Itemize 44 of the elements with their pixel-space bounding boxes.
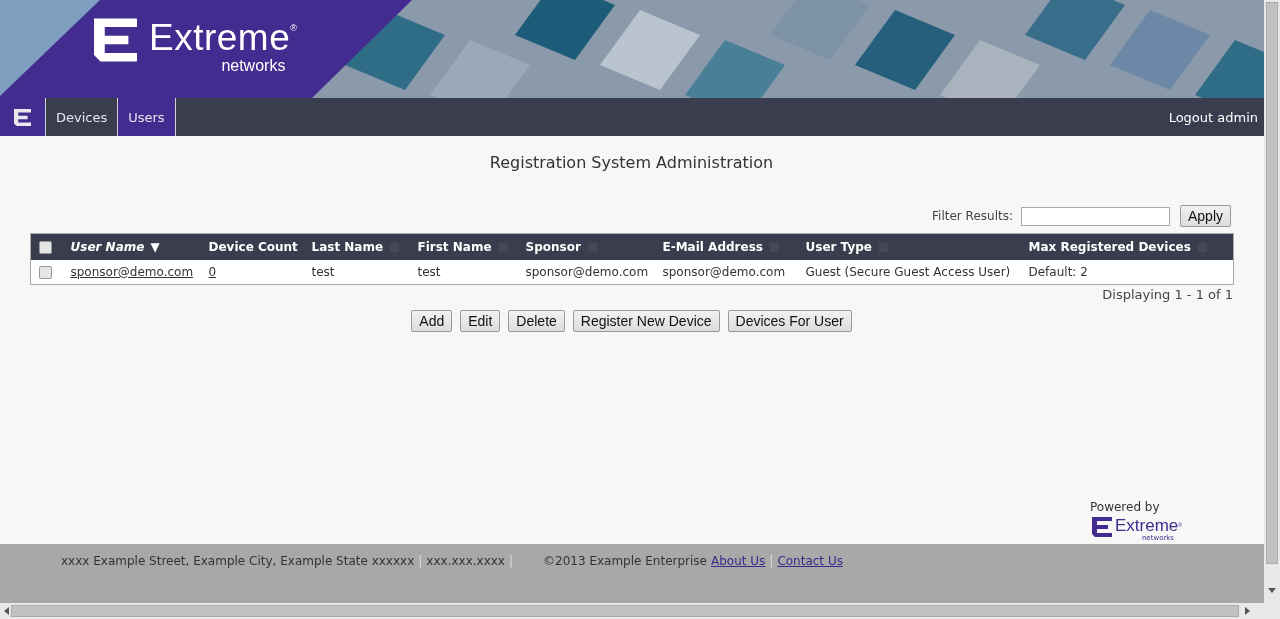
separator: | xyxy=(418,554,423,568)
cell-link[interactable]: 0 xyxy=(208,265,217,279)
scroll-down-icon[interactable] xyxy=(1268,588,1276,593)
scroll-right-icon[interactable] xyxy=(1245,607,1250,615)
phone-text: xxx.xxx.xxxx xyxy=(426,554,505,568)
filter-field[interactable] xyxy=(1020,206,1170,226)
logo-icon xyxy=(94,18,137,62)
copyright-text: ©2013 Example Enterprise xyxy=(543,554,707,568)
action-button[interactable]: Edit xyxy=(460,310,501,332)
table-cell: sponsor@demo.com xyxy=(525,265,649,279)
separator: | xyxy=(509,554,514,568)
table-cell: sponsor@demo.com xyxy=(662,265,786,279)
table-cell: Default: 2 xyxy=(1028,265,1088,279)
page-title: Registration System Administration xyxy=(489,153,774,172)
nav-tab[interactable]: Users xyxy=(117,98,176,136)
apply-button[interactable]: Apply xyxy=(1179,205,1231,227)
action-button[interactable]: Devices For User xyxy=(727,310,852,332)
action-button[interactable]: Add xyxy=(411,310,453,332)
logout-link[interactable]: Logout admin xyxy=(1168,98,1264,136)
table-cell: test xyxy=(417,265,441,279)
address-text: xxxx Example Street, Example City, Example State xxxxxx xyxy=(61,554,415,568)
select-all-checkbox[interactable] xyxy=(39,241,52,254)
logo-icon xyxy=(1092,517,1112,537)
row-checkbox[interactable] xyxy=(39,266,52,279)
logo-name: Extreme® xyxy=(149,18,298,58)
separator: | xyxy=(769,554,774,568)
sort-arrow[interactable]: ▼ xyxy=(150,240,160,254)
footer-link[interactable]: Contact Us xyxy=(777,554,843,568)
paging-text: Displaying 1 - 1 of 1 xyxy=(1102,287,1233,302)
table-cell: Guest (Secure Guest Access User) xyxy=(805,265,1011,279)
table-cell: test xyxy=(311,265,335,279)
horizontal-scrollbar[interactable] xyxy=(0,603,1280,619)
vertical-scrollbar[interactable] xyxy=(1264,0,1280,603)
column-header[interactable]: User Name xyxy=(70,240,145,254)
footer-link[interactable]: About Us xyxy=(711,554,766,568)
home-button[interactable] xyxy=(0,98,45,136)
scroll-left-icon[interactable] xyxy=(4,607,9,615)
action-button[interactable]: Register New Device xyxy=(572,310,720,332)
action-button[interactable]: Delete xyxy=(508,310,565,332)
logo-subtitle: networks xyxy=(221,58,286,74)
column-header[interactable]: User Type xyxy=(805,240,888,254)
powered-by-text: Powered by xyxy=(1090,500,1160,514)
filter-label: Filter Results: xyxy=(932,209,1013,223)
logo-icon xyxy=(13,108,32,126)
